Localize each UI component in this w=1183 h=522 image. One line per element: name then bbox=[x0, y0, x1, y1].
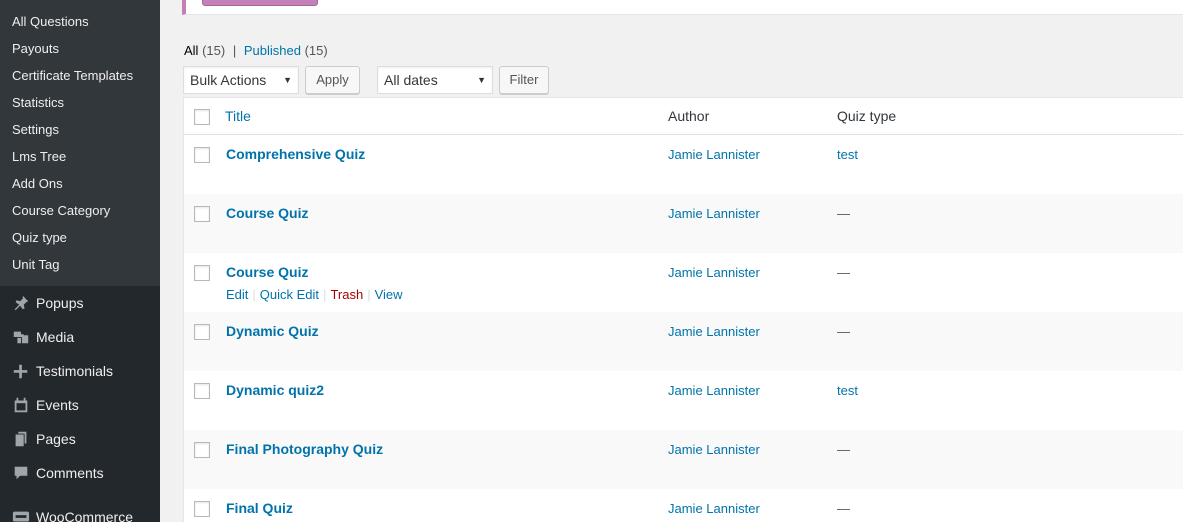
apply-button[interactable]: Apply bbox=[305, 66, 360, 94]
chevron-down-icon: ▼ bbox=[477, 75, 486, 85]
submenu-item-statistics[interactable]: Statistics bbox=[12, 94, 64, 112]
menu-item-woocommerce[interactable]: WooCommerce bbox=[0, 500, 160, 522]
submenu-item-all-questions[interactable]: All Questions bbox=[12, 13, 89, 31]
row-checkbox[interactable] bbox=[194, 147, 210, 163]
pin-icon bbox=[0, 294, 36, 312]
select-all-checkbox[interactable] bbox=[194, 109, 210, 125]
quiz-list-table: Title Author Quiz type Comprehensive Qui… bbox=[183, 97, 1183, 522]
menu-item-testimonials[interactable]: Testimonials bbox=[0, 354, 160, 388]
bulk-actions-select[interactable]: Bulk Actions ▼ bbox=[183, 66, 299, 94]
row-author-link[interactable]: Jamie Lannister bbox=[668, 501, 760, 516]
row-checkbox[interactable] bbox=[194, 265, 210, 281]
table-row: Final Quiz Jamie Lannister — bbox=[184, 489, 1183, 522]
dates-filter-select[interactable]: All dates ▼ bbox=[377, 66, 493, 94]
view-published-count: (15) bbox=[304, 43, 328, 58]
table-row: Final Photography Quiz Jamie Lannister — bbox=[184, 430, 1183, 489]
column-author-header: Author bbox=[668, 108, 710, 124]
row-title-link[interactable]: Final Quiz bbox=[226, 500, 293, 516]
calendar-icon bbox=[0, 396, 36, 414]
row-action-separator: | bbox=[323, 287, 327, 302]
menu-item-label: Comments bbox=[36, 465, 104, 481]
comment-icon bbox=[0, 464, 36, 482]
woocommerce-icon bbox=[0, 508, 36, 522]
menu-item-comments[interactable]: Comments bbox=[0, 456, 160, 490]
row-author-link[interactable]: Jamie Lannister bbox=[668, 324, 760, 339]
row-action-separator: | bbox=[367, 287, 371, 302]
row-checkbox[interactable] bbox=[194, 442, 210, 458]
submenu-item-settings[interactable]: Settings bbox=[12, 121, 59, 139]
submenu-item-unit-tag[interactable]: Unit Tag bbox=[12, 256, 59, 274]
row-checkbox[interactable] bbox=[194, 206, 210, 222]
row-title-link[interactable]: Final Photography Quiz bbox=[226, 441, 383, 457]
quick-edit-link[interactable]: Quick Edit bbox=[260, 287, 319, 302]
notice-button[interactable] bbox=[202, 0, 318, 6]
filter-button[interactable]: Filter bbox=[499, 66, 549, 94]
menu-item-media[interactable]: Media bbox=[0, 320, 160, 354]
table-header: Title Author Quiz type bbox=[184, 98, 1183, 135]
row-title-link[interactable]: Course Quiz bbox=[226, 205, 308, 221]
pages-icon bbox=[0, 430, 36, 448]
menu-item-popups[interactable]: Popups bbox=[0, 286, 160, 320]
plugin-notice bbox=[182, 0, 1183, 15]
post-status-views: All (15) | Published (15) bbox=[184, 43, 328, 58]
menu-item-label: Popups bbox=[36, 295, 84, 311]
admin-sidebar: All Questions Payouts Certificate Templa… bbox=[0, 0, 160, 522]
table-row: Comprehensive Quiz Jamie Lannister test bbox=[184, 135, 1183, 194]
row-title-link[interactable]: Dynamic quiz2 bbox=[226, 382, 324, 398]
row-author-link[interactable]: Jamie Lannister bbox=[668, 206, 760, 221]
view-published-link[interactable]: Published bbox=[244, 43, 301, 58]
menu-item-label: Events bbox=[36, 397, 79, 413]
row-author-link[interactable]: Jamie Lannister bbox=[668, 265, 760, 280]
media-icon bbox=[0, 328, 36, 346]
row-quiz-type: — bbox=[837, 265, 850, 280]
row-author-link[interactable]: Jamie Lannister bbox=[668, 442, 760, 457]
submenu-item-quiz-type[interactable]: Quiz type bbox=[12, 229, 67, 247]
menu-item-label: WooCommerce bbox=[36, 509, 133, 522]
row-quiz-type: — bbox=[837, 324, 850, 339]
lms-submenu: All Questions Payouts Certificate Templa… bbox=[0, 0, 160, 286]
row-checkbox[interactable] bbox=[194, 383, 210, 399]
table-row: Course Quiz Jamie Lannister — bbox=[184, 194, 1183, 253]
column-quiz-type-header: Quiz type bbox=[837, 108, 897, 124]
row-checkbox[interactable] bbox=[194, 501, 210, 517]
plus-icon bbox=[0, 362, 36, 380]
main-content: All (15) | Published (15) Bulk Actions ▼… bbox=[160, 0, 1183, 522]
row-quiz-type: — bbox=[837, 501, 850, 516]
submenu-item-payouts[interactable]: Payouts bbox=[12, 40, 59, 58]
view-separator: | bbox=[232, 43, 237, 58]
submenu-item-lms-tree[interactable]: Lms Tree bbox=[12, 148, 66, 166]
view-all-count: (15) bbox=[202, 43, 226, 58]
menu-item-label: Testimonials bbox=[36, 363, 114, 379]
bulk-actions-value: Bulk Actions bbox=[190, 72, 267, 88]
chevron-down-icon: ▼ bbox=[283, 75, 292, 85]
row-quiz-type-link[interactable]: test bbox=[837, 147, 858, 162]
menu-item-label: Pages bbox=[36, 431, 76, 447]
row-title-link[interactable]: Comprehensive Quiz bbox=[226, 146, 365, 162]
view-all-link[interactable]: All bbox=[184, 43, 198, 58]
row-quiz-type: — bbox=[837, 442, 850, 457]
edit-link[interactable]: Edit bbox=[226, 287, 248, 302]
table-row: Dynamic Quiz Jamie Lannister — bbox=[184, 312, 1183, 371]
dates-filter-value: All dates bbox=[384, 72, 438, 88]
table-row: Dynamic quiz2 Jamie Lannister test bbox=[184, 371, 1183, 430]
submenu-item-course-category[interactable]: Course Category bbox=[12, 202, 110, 220]
menu-item-events[interactable]: Events bbox=[0, 388, 160, 422]
row-quiz-type: — bbox=[837, 206, 850, 221]
row-title-link[interactable]: Dynamic Quiz bbox=[226, 323, 319, 339]
row-action-separator: | bbox=[252, 287, 256, 302]
submenu-item-add-ons[interactable]: Add Ons bbox=[12, 175, 63, 193]
submenu-item-certificate-templates[interactable]: Certificate Templates bbox=[12, 67, 133, 85]
row-author-link[interactable]: Jamie Lannister bbox=[668, 147, 760, 162]
menu-item-label: Media bbox=[36, 329, 75, 345]
trash-link[interactable]: Trash bbox=[330, 287, 363, 302]
table-row: Course Quiz Jamie Lannister — Edit | Quick… bbox=[184, 253, 1183, 312]
row-quiz-type-link[interactable]: test bbox=[837, 383, 858, 398]
row-checkbox[interactable] bbox=[194, 324, 210, 340]
row-author-link[interactable]: Jamie Lannister bbox=[668, 383, 760, 398]
row-title-link[interactable]: Course Quiz bbox=[226, 264, 308, 280]
menu-item-pages[interactable]: Pages bbox=[0, 422, 160, 456]
view-link[interactable]: View bbox=[375, 287, 403, 302]
row-actions: Edit | Quick Edit | Trash | View bbox=[226, 287, 403, 302]
column-title-header[interactable]: Title bbox=[225, 108, 251, 124]
